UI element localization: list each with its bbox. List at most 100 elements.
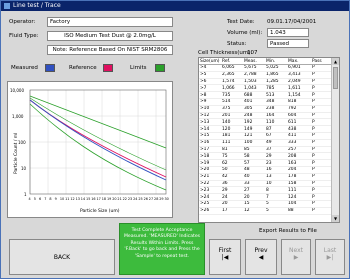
table-cell: 50 [221,166,243,174]
table-row[interactable]: >21 42 40 13 178 P [199,173,331,181]
table-cell: 111 [221,139,243,147]
table-cell: 181 [221,132,243,140]
table-cell: >22 [199,180,221,188]
scroll-down-arrow-icon[interactable]: ▼ [332,215,339,222]
table-cell: 120 [221,125,243,133]
table-cell: 100 [243,139,265,147]
table-cell: 124 [287,193,311,201]
ytick-1: 10,000 [10,88,24,93]
prev-button[interactable]: Prev ◀ [245,239,277,275]
table-cell: P [311,200,331,208]
export-results-link[interactable]: Export Results to File [259,228,317,234]
limit-curve-mid [29,97,167,171]
table-row[interactable]: >25 20 15 5 104 P [199,200,331,208]
prev-label: Prev [254,247,268,254]
table-row[interactable]: >14 120 149 87 438 P [199,125,331,133]
table-row[interactable]: >26 17 12 5 88 P [199,207,331,215]
table-cell: >25 [199,200,221,208]
table-cell: >17 [199,146,221,154]
table-row[interactable]: >10 375 305 238 792 P [199,105,331,113]
x-tick-label: 24 [133,197,137,201]
table-cell: 5 [265,207,287,215]
legend-reference-swatch [103,64,113,72]
table-row[interactable]: >18 75 58 29 208 P [199,152,331,161]
x-tick-label: 7 [44,197,46,201]
table-cell: >20 [199,166,221,174]
legend-measured-label: Measured [11,65,38,71]
last-icon: ▶| [326,254,334,261]
table-row[interactable]: >22 36 33 10 158 P [199,180,331,188]
table-cell: 1,043 [243,84,265,93]
table-scrollbar[interactable]: ▲ ▼ [331,58,339,222]
table-cell: P [311,132,331,140]
x-tick-label: 4 [29,197,31,201]
table-cell: >8 [199,91,221,99]
table-cell: 67 [265,132,287,140]
app-icon [4,3,10,9]
table-cell: >15 [199,132,221,140]
first-icon: |◀ [221,254,229,261]
table-row[interactable]: >7 1,066 1,043 785 1,611 P [199,84,331,93]
table-cell: >7 [199,84,221,93]
table-row[interactable]: >13 140 192 110 611 P [199,118,331,127]
table-cell: 6,065 [221,64,243,72]
scroll-thumb[interactable] [333,67,338,89]
x-tick-label: 12 [70,197,74,201]
table-cell: P [311,207,331,215]
table-cell: 192 [243,118,265,127]
table-row[interactable]: >19 62 57 23 163 P [199,159,331,167]
table-cell: 204 [287,166,311,174]
table-row[interactable]: >12 201 248 164 604 P [199,112,331,120]
table-cell: 2,365 [221,71,243,79]
first-button[interactable]: First |◀ [209,239,241,275]
table-row[interactable]: >24 24 20 7 124 P [199,193,331,201]
volume-field[interactable]: 1.043 [267,28,309,37]
table-cell: 2,788 [243,71,265,79]
y-axis-label: Particle Count / ml [13,133,19,174]
table-row[interactable]: >16 111 100 49 333 P [199,139,331,147]
table-cell: P [311,64,331,72]
table-row[interactable]: >15 181 121 67 411 P [199,132,331,140]
scroll-up-arrow-icon[interactable]: ▲ [332,58,339,65]
table-cell: >26 [199,207,221,215]
table-row[interactable]: >23 29 27 8 111 P [199,186,331,195]
table-cell: 20 [221,200,243,208]
legend-measured-swatch [45,64,55,72]
table-cell: 111 [287,186,311,195]
first-label: First [218,247,232,254]
table-cell: 735 [221,91,243,99]
table-row[interactable]: >17 81 85 37 257 P [199,146,331,154]
table-cell: >6 [199,78,221,86]
table-cell: >19 [199,159,221,167]
table-cell: 15 [243,200,265,208]
last-button[interactable]: Last ▶| [315,239,345,275]
table-cell: 27 [243,186,265,195]
graph-svg: 10,000 1,000 100 10 1 Particle Count / m… [10,88,169,214]
next-button[interactable]: Next ▶ [281,239,311,275]
table-cell: 37 [265,146,287,154]
table-row[interactable]: >9 514 401 348 818 P [199,98,331,106]
table-row[interactable]: >8 735 688 513 1,154 P [199,91,331,99]
fluid-type-field[interactable]: ISO Medium Test Dust @ 2.0mg/L [47,31,173,41]
table-row[interactable]: >4 6,065 5,675 5,025 6,901 P [199,64,331,72]
table-cell: 5,025 [265,64,287,72]
table-cell: 62 [221,159,243,167]
table-cell: 305 [243,105,265,113]
table-cell: 257 [287,146,311,154]
cell-thickness-value: 107 [247,50,258,56]
table-cell: 611 [287,118,311,127]
table-cell: 17 [221,207,243,215]
table-row[interactable]: >5 2,365 2,788 1,865 3,413 P [199,71,331,79]
status-label: Status: [227,41,247,47]
x-tick-label: 13 [76,197,80,201]
table-row[interactable]: >6 1,574 1,503 1,285 2,049 P [199,78,331,86]
back-button[interactable]: BACK [9,239,115,275]
table-row[interactable]: >20 50 48 16 204 P [199,166,331,174]
table-cell: 24 [221,193,243,201]
reference-note: Note: Reference Based On NIST SRM2806 [47,45,173,55]
table-cell: 104 [287,200,311,208]
table-cell: P [311,78,331,86]
table-cell: 238 [265,105,287,113]
table-cell: 1,865 [265,71,287,79]
operator-field[interactable]: Factory [47,17,173,27]
